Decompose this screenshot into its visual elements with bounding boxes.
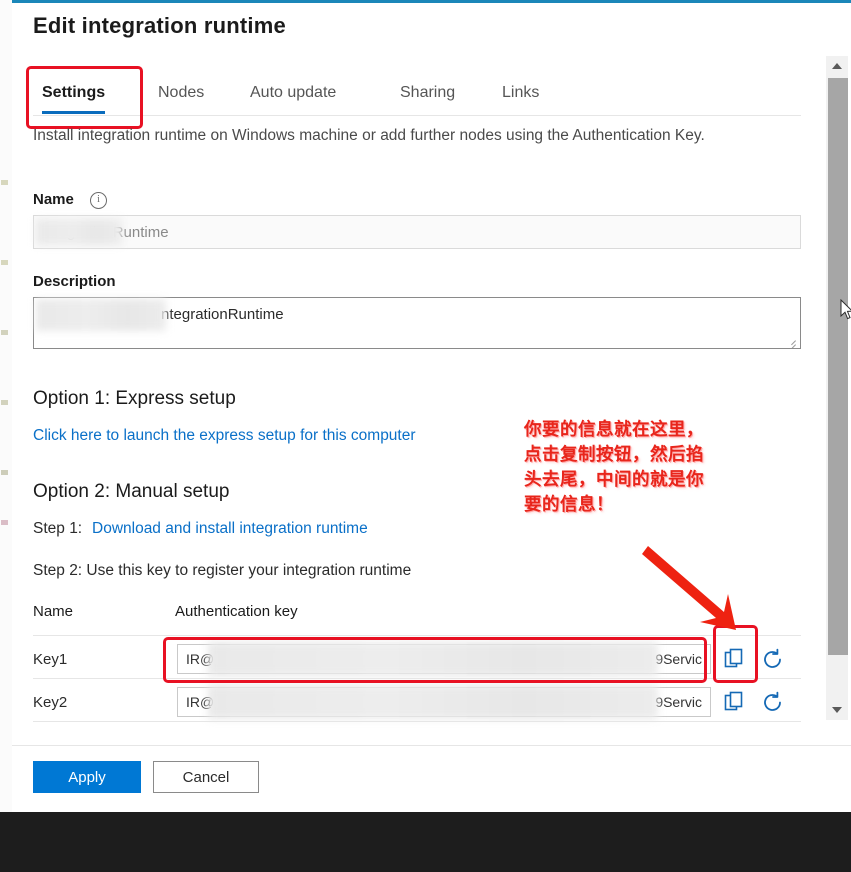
option2-heading: Option 2: Manual setup [33, 481, 230, 502]
taskbar: 微信号: bpshare ℬ 2:54 PM 9/30/2021 [0, 812, 851, 872]
description-redaction-blur [36, 299, 166, 331]
key1-redaction-blur [208, 642, 658, 676]
copy-icon[interactable] [719, 644, 749, 674]
apply-button[interactable]: Apply [33, 761, 141, 793]
mouse-cursor [840, 299, 851, 320]
annotation-text: 你要的信息就在这里， 点击复制按钮，然后掐 头去尾，中间的就是你 要的信息！ [524, 420, 704, 515]
key2-value-suffix: 9Servic [655, 694, 702, 710]
description-value: ntegrationRuntime [161, 306, 284, 323]
panel-description: Install integration runtime on Windows m… [33, 127, 705, 144]
footer-divider [12, 745, 851, 746]
screenshot-root: Edit integration runtime Settings Nodes … [0, 0, 851, 872]
name-label: Name [33, 191, 74, 208]
tab-sharing[interactable]: Sharing [391, 71, 464, 114]
step2-label: Step 2: Use this key to register your in… [33, 562, 412, 579]
scrollbar-up-button[interactable] [826, 56, 848, 76]
key1-value-suffix: 9Servic [655, 651, 702, 667]
description-label: Description [33, 273, 116, 290]
tab-settings[interactable]: Settings [33, 71, 114, 114]
table-row-key1-name: Key1 [33, 651, 68, 668]
resize-grip-icon[interactable] [786, 335, 798, 348]
page-title: Edit integration runtime [33, 13, 286, 38]
background-page-sliver [0, 0, 12, 812]
table-divider-2 [33, 678, 801, 679]
key2-redaction-blur [208, 685, 658, 719]
option1-heading: Option 1: Express setup [33, 388, 236, 409]
refresh-icon[interactable] [757, 687, 787, 717]
cancel-button[interactable]: Cancel [153, 761, 259, 793]
name-input[interactable]: ntegrationRuntime [33, 215, 801, 249]
refresh-icon[interactable] [757, 644, 787, 674]
tab-bar: Settings Nodes Auto update Sharing Links [33, 71, 801, 116]
scrollbar[interactable] [826, 56, 848, 720]
info-icon[interactable]: i [90, 192, 107, 209]
table-divider-3 [33, 721, 801, 722]
name-redaction-blur [36, 219, 122, 245]
express-setup-link[interactable]: Click here to launch the express setup f… [33, 427, 416, 445]
table-header-auth-key: Authentication key [175, 603, 298, 620]
scrollbar-down-button[interactable] [826, 700, 848, 720]
red-arrow-icon [642, 546, 736, 630]
chevron-down-icon [832, 707, 842, 713]
download-install-link[interactable]: Download and install integration runtime [92, 520, 368, 538]
table-header-name: Name [33, 603, 74, 620]
table-row-key2-name: Key2 [33, 694, 68, 711]
edit-integration-runtime-panel: Edit integration runtime Settings Nodes … [12, 3, 851, 812]
scrollbar-thumb[interactable] [828, 78, 848, 655]
chevron-up-icon [832, 63, 842, 69]
tab-links[interactable]: Links [493, 71, 548, 114]
step1-label: Step 1: [33, 520, 83, 537]
tab-auto-update[interactable]: Auto update [241, 71, 345, 114]
tab-nodes[interactable]: Nodes [149, 71, 213, 114]
copy-icon[interactable] [719, 687, 749, 717]
